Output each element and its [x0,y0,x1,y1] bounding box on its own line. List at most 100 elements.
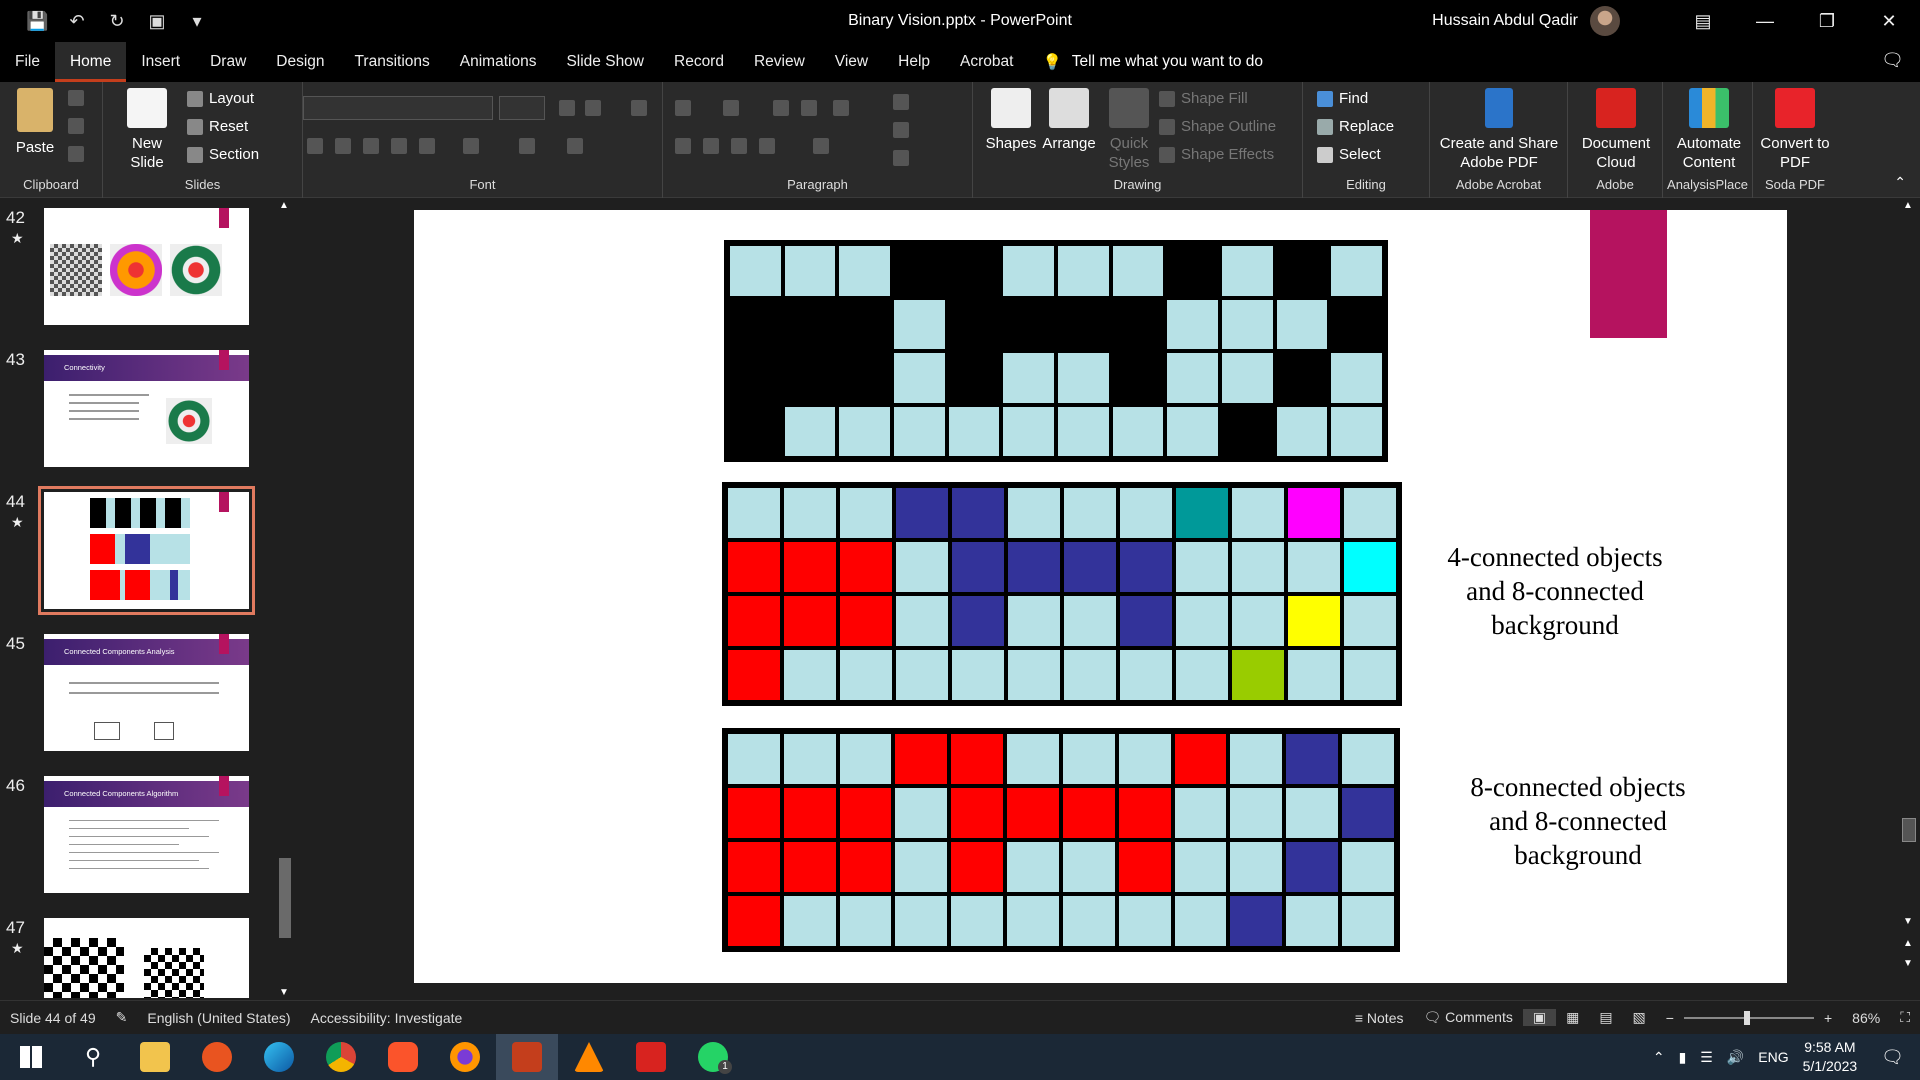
convert-to-pdf-button[interactable]: Convert to PDF [1759,88,1831,172]
slide-scrollbar[interactable]: ▲ ▼ ▲ ▼ [1898,198,1920,1000]
align-left-icon[interactable] [675,138,691,154]
ribbon-display-icon[interactable]: ▤ [1672,0,1734,42]
tab-home[interactable]: Home [54,42,127,82]
shapes-button[interactable]: Shapes [983,88,1039,153]
create-share-pdf-button[interactable]: Create and Share Adobe PDF [1436,88,1562,172]
battery-icon[interactable]: ▮ [1679,1049,1687,1066]
undo-icon[interactable]: ↶ [66,11,88,32]
zoom-slider[interactable] [1683,1010,1814,1025]
reading-view-icon[interactable]: ▤ [1589,1009,1622,1026]
firefox-icon[interactable] [434,1034,496,1080]
reset-button[interactable]: Reset [187,118,248,135]
thumbnail-scroll-thumb[interactable] [279,858,291,938]
scroll-down-icon[interactable]: ▼ [1903,916,1913,927]
notes-button[interactable]: ≡ Notes [1345,1010,1414,1026]
comments-pane-icon[interactable]: 🗨 [1881,50,1904,71]
bullets-icon[interactable] [675,100,691,116]
automate-content-button[interactable]: Automate Content [1669,88,1749,172]
quick-styles-button[interactable]: Quick Styles [1099,88,1159,172]
increase-font-icon[interactable] [559,100,575,116]
slide-sorter-icon[interactable]: ▦ [1556,1009,1589,1026]
zoom-in-icon[interactable]: + [1814,1010,1842,1026]
acrobat-icon[interactable] [620,1034,682,1080]
tab-design[interactable]: Design [261,42,339,82]
user-account[interactable]: Hussain Abdul Qadir [1432,0,1620,42]
redo-icon[interactable]: ↻ [106,11,128,32]
justify-icon[interactable] [759,138,775,154]
shape-fill-button[interactable]: Shape Fill [1159,90,1248,107]
close-icon[interactable]: ✕ [1858,0,1920,42]
eight-connected-labeled-grid[interactable] [722,728,1400,952]
align-text-icon[interactable] [893,122,909,138]
shape-effects-button[interactable]: Shape Effects [1159,146,1274,163]
minimize-icon[interactable]: — [1734,0,1796,42]
section-button[interactable]: Section [187,146,259,163]
tab-transitions[interactable]: Transitions [340,42,445,82]
accessibility-status[interactable]: Accessibility: Investigate [301,1010,473,1026]
replace-button[interactable]: Replace [1317,118,1394,135]
language-indicator[interactable]: ENG [1758,1049,1788,1065]
clear-format-icon[interactable] [631,100,647,116]
normal-view-icon[interactable]: ▣ [1522,1009,1557,1026]
char-spacing-icon[interactable] [419,138,435,154]
arrange-button[interactable]: Arrange [1039,88,1099,153]
search-icon[interactable]: ⚲ [62,1034,124,1080]
tab-animations[interactable]: Animations [445,42,552,82]
chrome-icon[interactable] [310,1034,372,1080]
slide-scroll-thumb[interactable] [1902,818,1916,842]
underline-icon[interactable] [363,138,379,154]
edge-icon[interactable] [248,1034,310,1080]
slide-44[interactable]: 4-connected objects and 8-connected back… [414,210,1787,983]
thumbnail-image[interactable]: Connectivity [44,350,249,467]
slide-accent-bar[interactable] [1590,210,1667,338]
scroll-up-icon[interactable]: ▲ [279,200,289,211]
change-case-icon[interactable] [463,138,479,154]
smartart-icon[interactable] [893,150,909,166]
caption-4-connected[interactable]: 4-connected objects and 8-connected back… [1434,540,1676,642]
thumbnail-image[interactable] [44,208,249,325]
four-connected-labeled-grid[interactable] [722,482,1402,706]
tab-record[interactable]: Record [659,42,739,82]
notifications-icon[interactable]: 🗨 [1881,1047,1904,1068]
thumbnail-image[interactable]: Connected Components Algorithm [44,776,249,893]
text-direction-icon[interactable] [893,94,909,110]
zoom-slider-thumb[interactable] [1743,1010,1750,1025]
tab-slide-show[interactable]: Slide Show [551,42,659,82]
tab-help[interactable]: Help [883,42,945,82]
line-spacing-icon[interactable] [833,100,849,116]
language-status[interactable]: English (United States) [137,1010,300,1026]
format-painter-icon[interactable] [68,146,84,162]
zoom-level[interactable]: 86% [1842,1010,1890,1026]
shape-outline-button[interactable]: Shape Outline [1159,118,1276,135]
customize-qat-icon[interactable]: ▾ [186,11,208,32]
spelling-icon[interactable]: ✎ [106,1009,138,1026]
binary-grid[interactable] [724,240,1388,462]
tell-me-box[interactable]: 💡 Tell me what you want to do [1028,53,1263,72]
tab-review[interactable]: Review [739,42,820,82]
caption-8-connected[interactable]: 8-connected objects and 8-connected back… [1457,770,1699,872]
volume-icon[interactable]: 🔊 [1727,1049,1744,1066]
highlight-icon[interactable] [519,138,535,154]
restore-icon[interactable]: ❐ [1796,0,1858,42]
layout-button[interactable]: Layout [187,90,254,107]
clock[interactable]: 9:58 AM 5/1/2023 [1803,1038,1858,1076]
wifi-icon[interactable]: ☰ [1700,1049,1713,1066]
decrease-font-icon[interactable] [585,100,601,116]
numbering-icon[interactable] [723,100,739,116]
font-name-box[interactable] [303,96,493,120]
collapse-ribbon-icon[interactable]: ⌃ [1894,174,1906,191]
copy-icon[interactable] [68,118,84,134]
whatsapp-icon[interactable]: 1 [682,1034,744,1080]
thumbnail-scrollbar[interactable]: ▲ ▼ [276,198,294,1000]
slideshow-view-icon[interactable]: ▧ [1623,1009,1656,1026]
align-center-icon[interactable] [703,138,719,154]
increase-indent-icon[interactable] [801,100,817,116]
tab-acrobat[interactable]: Acrobat [945,42,1028,82]
avatar[interactable] [1590,6,1620,36]
scroll-up-icon[interactable]: ▲ [1903,200,1913,211]
fit-slide-icon[interactable]: ⛶ [1890,1009,1920,1026]
comments-button[interactable]: 🗨 Comments [1413,1009,1522,1026]
zoom-out-icon[interactable]: − [1656,1010,1684,1026]
select-button[interactable]: Select [1317,146,1381,163]
present-icon[interactable]: ▣ [146,11,168,32]
